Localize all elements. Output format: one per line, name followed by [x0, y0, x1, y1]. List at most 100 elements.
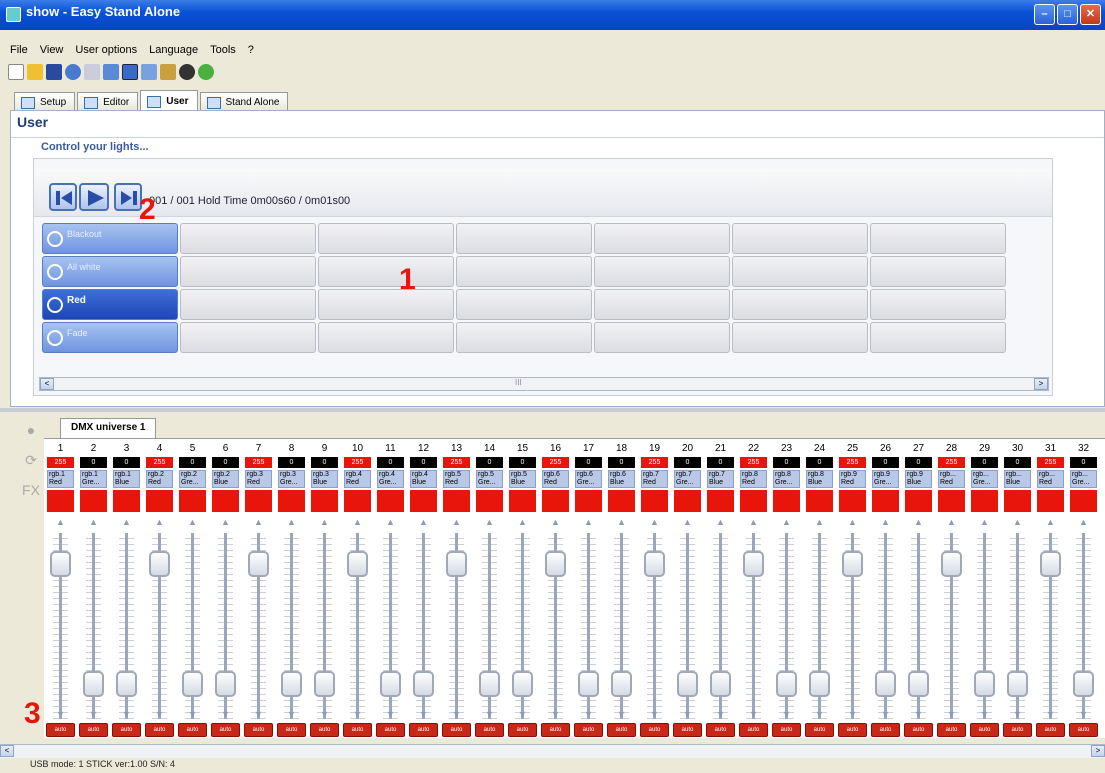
arrow-down-icon[interactable]: ▼ — [682, 709, 693, 719]
arrow-up-icon[interactable]: ▲ — [550, 517, 561, 527]
arrow-up-icon[interactable]: ▲ — [979, 517, 990, 527]
play-button[interactable] — [79, 183, 109, 211]
empty-scene-cell[interactable] — [870, 223, 1006, 254]
arrow-down-icon[interactable]: ▼ — [649, 709, 660, 719]
arrow-down-icon[interactable]: ▼ — [1078, 709, 1089, 719]
auto-button[interactable]: auto — [772, 723, 801, 737]
save-icon[interactable] — [46, 64, 62, 80]
arrow-up-icon[interactable]: ▲ — [781, 517, 792, 527]
grid-icon[interactable] — [122, 64, 138, 80]
undo-icon[interactable] — [65, 64, 81, 80]
fader-knob[interactable] — [512, 671, 533, 697]
fader-knob[interactable] — [479, 671, 500, 697]
auto-button[interactable]: auto — [508, 723, 537, 737]
arrow-up-icon[interactable]: ▲ — [88, 517, 99, 527]
fader-knob[interactable] — [710, 671, 731, 697]
arrow-up-icon[interactable]: ▲ — [517, 517, 528, 527]
arrow-up-icon[interactable]: ▲ — [748, 517, 759, 527]
scroll-right-button[interactable]: > — [1034, 378, 1048, 390]
fader-knob[interactable] — [446, 551, 467, 577]
auto-button[interactable]: auto — [1036, 723, 1065, 737]
fader-knob[interactable] — [875, 671, 896, 697]
arrow-up-icon[interactable]: ▲ — [286, 517, 297, 527]
view-icon[interactable] — [103, 64, 119, 80]
arrow-down-icon[interactable]: ▼ — [946, 709, 957, 719]
arrow-down-icon[interactable]: ▼ — [286, 709, 297, 719]
arrow-up-icon[interactable]: ▲ — [1045, 517, 1056, 527]
menu-user-options[interactable]: User options — [75, 44, 137, 56]
refresh-icon[interactable]: ⟳ — [22, 452, 40, 468]
fx-icon[interactable]: FX — [22, 482, 40, 498]
menu-view[interactable]: View — [40, 44, 64, 56]
auto-button[interactable]: auto — [1003, 723, 1032, 737]
arrow-up-icon[interactable]: ▲ — [1012, 517, 1023, 527]
arrow-down-icon[interactable]: ▼ — [847, 709, 858, 719]
fader-knob[interactable] — [578, 671, 599, 697]
auto-button[interactable]: auto — [706, 723, 735, 737]
arrow-down-icon[interactable]: ▼ — [418, 709, 429, 719]
auto-button[interactable]: auto — [640, 723, 669, 737]
fader-knob[interactable] — [149, 551, 170, 577]
fader-knob[interactable] — [83, 671, 104, 697]
scene-scrollbar[interactable]: < III > — [39, 377, 1049, 391]
auto-button[interactable]: auto — [46, 723, 75, 737]
auto-button[interactable]: auto — [904, 723, 933, 737]
empty-scene-cell[interactable] — [870, 322, 1006, 353]
scroll-left-button[interactable]: < — [40, 378, 54, 390]
fader-knob[interactable] — [941, 551, 962, 577]
empty-scene-cell[interactable] — [456, 322, 592, 353]
arrow-down-icon[interactable]: ▼ — [517, 709, 528, 719]
menu-language[interactable]: Language — [149, 44, 198, 56]
arrow-down-icon[interactable]: ▼ — [913, 709, 924, 719]
arrow-up-icon[interactable]: ▲ — [55, 517, 66, 527]
auto-button[interactable]: auto — [673, 723, 702, 737]
color-picker-icon[interactable]: ● — [22, 422, 40, 438]
scene-all-white[interactable]: All white — [42, 256, 178, 287]
fader-knob[interactable] — [413, 671, 434, 697]
auto-button[interactable]: auto — [178, 723, 207, 737]
auto-button[interactable]: auto — [871, 723, 900, 737]
arrow-up-icon[interactable]: ▲ — [847, 517, 858, 527]
auto-button[interactable]: auto — [343, 723, 372, 737]
arrow-up-icon[interactable]: ▲ — [484, 517, 495, 527]
auto-button[interactable]: auto — [937, 723, 966, 737]
fader-knob[interactable] — [842, 551, 863, 577]
empty-scene-cell[interactable] — [456, 223, 592, 254]
window-icon[interactable] — [141, 64, 157, 80]
scene-blackout[interactable]: Blackout — [42, 223, 178, 254]
arrow-down-icon[interactable]: ▼ — [451, 709, 462, 719]
tab-setup[interactable]: Setup — [14, 92, 76, 110]
empty-scene-cell[interactable] — [870, 256, 1006, 287]
empty-scene-cell[interactable] — [180, 289, 316, 320]
auto-button[interactable]: auto — [145, 723, 174, 737]
scroll-left-button[interactable]: < — [0, 745, 14, 757]
previous-scene-button[interactable] — [49, 183, 77, 211]
arrow-down-icon[interactable]: ▼ — [88, 709, 99, 719]
arrow-down-icon[interactable]: ▼ — [979, 709, 990, 719]
empty-scene-cell[interactable] — [318, 256, 454, 287]
arrow-down-icon[interactable]: ▼ — [385, 709, 396, 719]
arrow-down-icon[interactable]: ▼ — [484, 709, 495, 719]
arrow-down-icon[interactable]: ▼ — [748, 709, 759, 719]
arrow-up-icon[interactable]: ▲ — [154, 517, 165, 527]
empty-scene-cell[interactable] — [594, 289, 730, 320]
auto-button[interactable]: auto — [805, 723, 834, 737]
arrow-up-icon[interactable]: ▲ — [880, 517, 891, 527]
fader-knob[interactable] — [1073, 671, 1094, 697]
scroll-right-button[interactable]: > — [1091, 745, 1105, 757]
fader-knob[interactable] — [809, 671, 830, 697]
menu-file[interactable]: File — [10, 44, 28, 56]
next-scene-button[interactable] — [114, 183, 142, 211]
auto-button[interactable]: auto — [244, 723, 273, 737]
close-button[interactable]: ✕ — [1080, 4, 1101, 25]
arrow-down-icon[interactable]: ▼ — [550, 709, 561, 719]
arrow-up-icon[interactable]: ▲ — [352, 517, 363, 527]
fader-knob[interactable] — [776, 671, 797, 697]
arrow-up-icon[interactable]: ▲ — [451, 517, 462, 527]
empty-scene-cell[interactable] — [870, 289, 1006, 320]
arrow-up-icon[interactable]: ▲ — [583, 517, 594, 527]
auto-button[interactable]: auto — [112, 723, 141, 737]
maximize-button[interactable]: □ — [1057, 4, 1078, 25]
empty-scene-cell[interactable] — [318, 322, 454, 353]
empty-scene-cell[interactable] — [732, 322, 868, 353]
